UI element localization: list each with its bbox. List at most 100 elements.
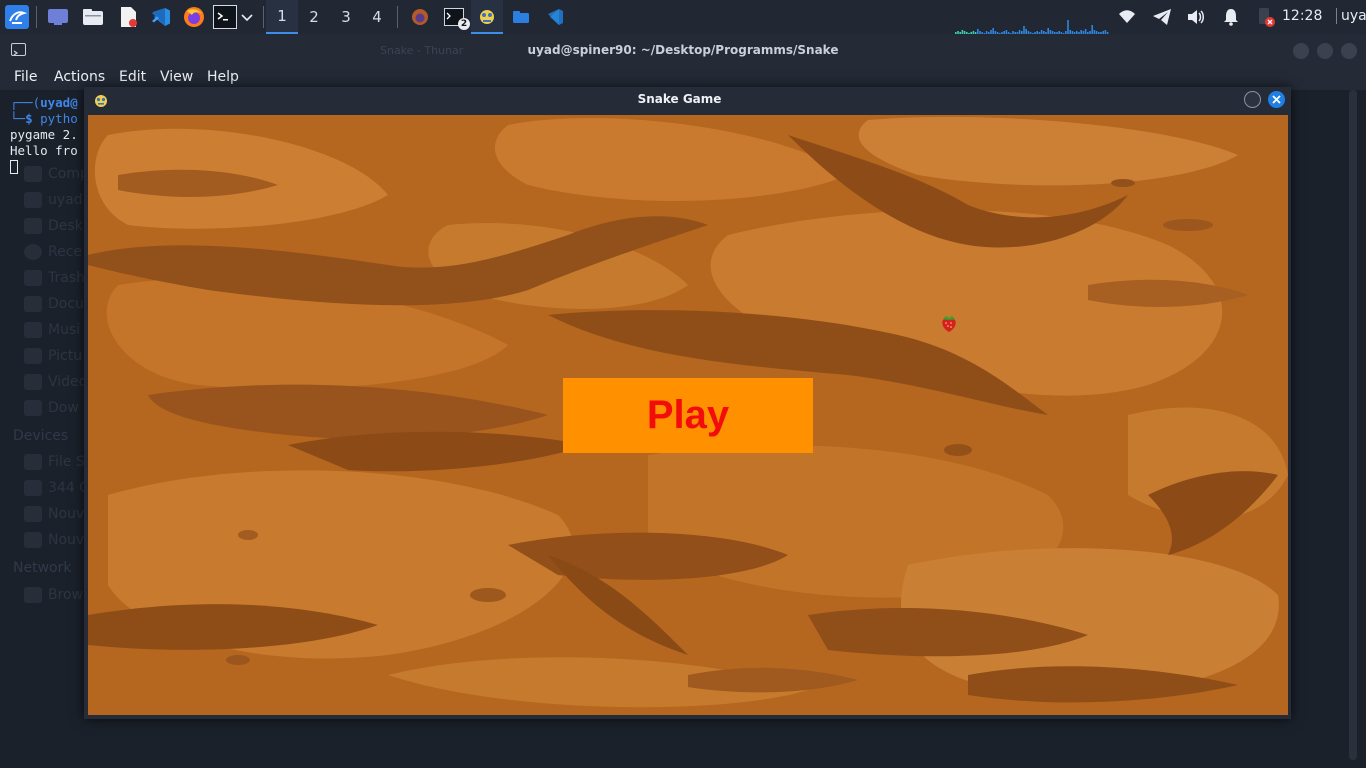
workspace-2[interactable]: 2: [298, 0, 330, 34]
network-activity-bar: [977, 29, 979, 34]
workspace-3[interactable]: 3: [330, 0, 362, 34]
snake-game-window: Snake Game Play: [84, 87, 1291, 719]
network-activity-bar: [1045, 32, 1047, 34]
sidebar-ghost-item: Nouv: [48, 506, 85, 522]
wifi-icon[interactable]: [1115, 5, 1139, 29]
network-activity-bar: [1089, 31, 1091, 34]
network-activity-bar: [1098, 32, 1100, 34]
volume-icon[interactable]: [1184, 5, 1208, 29]
home-icon: [24, 192, 42, 208]
sidebar-ghost-item: File S: [48, 454, 85, 470]
battery-icon[interactable]: [1254, 5, 1278, 29]
network-activity-bar: [1029, 32, 1032, 34]
text-editor-icon[interactable]: [116, 5, 140, 29]
output-line: Hello fro: [10, 143, 78, 158]
notification-bell-icon[interactable]: [1219, 5, 1243, 29]
prompt-line: ┌──(uyad@: [10, 95, 78, 110]
sidebar-ghost-item: Trash: [48, 270, 85, 286]
drive-icon: [24, 480, 42, 496]
chevron-down-icon[interactable]: [238, 5, 256, 29]
network-activity-bar: [988, 32, 990, 34]
sidebar-ghost-item: Pictu: [48, 348, 83, 364]
music-icon: [24, 322, 42, 338]
network-activity-bar: [1005, 30, 1008, 34]
menu-edit[interactable]: Edit: [119, 69, 146, 85]
task-vscode[interactable]: [539, 0, 571, 34]
workspace-1[interactable]: 1: [266, 0, 298, 34]
menu-help[interactable]: Help: [207, 69, 239, 85]
network-activity-bar: [1067, 20, 1069, 34]
network-activity-bar: [1095, 31, 1098, 34]
task-terminal[interactable]: 2: [438, 0, 470, 34]
network-activity-bar: [1040, 30, 1043, 34]
network-monitor-graph: [955, 20, 1109, 34]
network-activity-bar: [970, 32, 972, 34]
terminal-titlebar[interactable]: Snake - Thunar uyad@spiner90: ~/Desktop/…: [0, 36, 1366, 64]
sidebar-ghost-item: Dow: [48, 400, 79, 416]
terminal-scrollbar[interactable]: [1349, 90, 1357, 760]
network-activity-bar: [992, 28, 994, 34]
drive-icon: [24, 454, 42, 470]
taskbar-separator: [263, 6, 264, 28]
prompt-arrow: └─: [10, 111, 26, 126]
network-activity-bar: [1100, 32, 1102, 34]
videos-icon: [24, 374, 42, 390]
menu-file[interactable]: File: [14, 69, 37, 85]
minimize-button[interactable]: [1293, 43, 1309, 59]
network-activity-bar: [1012, 31, 1014, 34]
firefox-icon[interactable]: [182, 5, 206, 29]
network-activity-bar: [1080, 30, 1082, 34]
game-titlebar[interactable]: Snake Game: [84, 87, 1291, 113]
game-window-title: Snake Game: [637, 92, 722, 106]
network-activity-bar: [994, 31, 997, 34]
strawberry-food-icon: [942, 316, 956, 332]
workspace-4[interactable]: 4: [361, 0, 393, 34]
close-button[interactable]: [1268, 91, 1285, 108]
app-menu-icon[interactable]: [5, 5, 29, 29]
sidebar-ghost-heading: Network: [13, 560, 72, 576]
network-activity-bar: [1073, 32, 1076, 34]
desktop-icon[interactable]: [46, 5, 70, 29]
sidebar-ghost-item: Desk: [48, 218, 83, 234]
network-activity-bar: [1082, 31, 1085, 34]
user-menu[interactable]: uyad: [1336, 8, 1366, 24]
task-firefox[interactable]: [404, 0, 436, 34]
menu-view[interactable]: View: [160, 69, 193, 85]
game-canvas[interactable]: Play: [88, 115, 1288, 715]
network-activity-bar: [1054, 32, 1056, 34]
network-activity-bar: [1065, 31, 1067, 34]
network-activity-bar: [1007, 32, 1010, 34]
sidebar-ghost-item: Brow: [48, 587, 84, 603]
task-snake-game[interactable]: [471, 0, 503, 34]
task-file-manager[interactable]: [505, 0, 537, 34]
file-manager-icon[interactable]: [81, 5, 105, 29]
network-activity-bar: [1003, 31, 1005, 34]
network-activity-bar: [1102, 31, 1104, 34]
network-activity-bar: [979, 31, 981, 34]
network-activity-bar: [1058, 31, 1060, 34]
network-activity-bar: [1060, 32, 1063, 34]
prompt-corner: ┌──(: [10, 95, 41, 110]
sidebar-ghost-item: Comp: [48, 166, 89, 182]
terminal-icon[interactable]: [213, 5, 237, 29]
close-button[interactable]: [1341, 43, 1357, 59]
minimize-button[interactable]: [1244, 91, 1261, 108]
network-activity-bar: [972, 31, 975, 34]
network-activity-bar: [961, 30, 964, 34]
vscode-icon[interactable]: [148, 5, 172, 29]
play-button[interactable]: Play: [563, 378, 813, 453]
menu-actions[interactable]: Actions: [54, 69, 105, 85]
output-line: pygame 2.: [10, 127, 78, 142]
clock[interactable]: 12:28: [1282, 8, 1322, 24]
close-icon: [1272, 95, 1281, 104]
sidebar-ghost-item: uyad: [48, 192, 83, 208]
network-activity-bar: [968, 33, 970, 34]
sidebar-ghost-item: Video: [48, 374, 88, 390]
documents-icon: [24, 296, 42, 312]
trash-icon: [24, 270, 42, 286]
maximize-button[interactable]: [1317, 43, 1333, 59]
network-activity-bar: [1049, 30, 1052, 34]
terminal-cursor: [10, 160, 18, 174]
telegram-icon[interactable]: [1150, 5, 1174, 29]
network-activity-bar: [963, 31, 966, 34]
